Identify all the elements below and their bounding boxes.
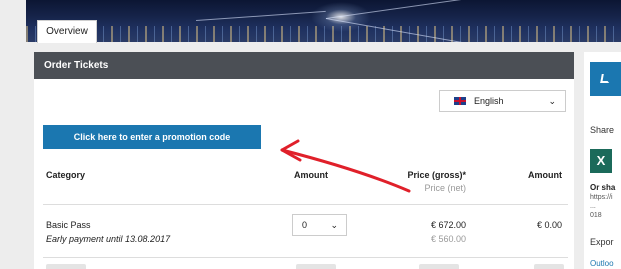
row-note: Early payment until 13.08.2017: [46, 234, 171, 244]
banner-light-flare: [311, 2, 371, 32]
chevron-down-icon: ⌄: [548, 96, 556, 106]
share-link-text[interactable]: https://i ... 018: [590, 193, 613, 220]
share-heading: Share: [590, 125, 615, 135]
row-price-net: € 560.00: [430, 234, 466, 244]
header-banner: [26, 0, 621, 42]
language-select[interactable]: English ⌄: [439, 90, 566, 112]
language-value: English: [474, 96, 504, 106]
page: Overview Order Tickets English ⌄ Click h…: [0, 0, 621, 269]
partial-row-placeholder: [419, 264, 459, 269]
cart-button[interactable]: [590, 62, 621, 96]
promotion-code-button[interactable]: Click here to enter a promotion code: [43, 125, 261, 149]
partial-row-placeholder: [534, 264, 564, 269]
column-header-price-gross: Price (gross)*: [407, 170, 466, 180]
table-divider: [43, 204, 568, 205]
cart-icon: [600, 74, 611, 83]
chevron-down-icon: ⌄: [330, 220, 338, 230]
column-header-total: Amount: [528, 170, 562, 180]
column-header-amount: Amount: [294, 170, 328, 180]
quantity-value: 0: [302, 220, 308, 230]
row-total: € 0.00: [536, 220, 562, 230]
export-heading: Expor: [590, 237, 614, 247]
order-tickets-panel: Order Tickets English ⌄ Click here to en…: [34, 52, 574, 269]
table-divider: [43, 257, 568, 258]
column-header-category: Category: [46, 170, 86, 180]
uk-flag-icon: [454, 97, 466, 105]
panel-title: Order Tickets: [34, 52, 574, 79]
tab-overview[interactable]: Overview: [37, 20, 97, 43]
outlook-export-link[interactable]: Outloo: [590, 259, 614, 268]
quantity-select[interactable]: 0 ⌄: [292, 214, 347, 236]
right-sidebar: Share X Or sha https://i ... 018 Expor O…: [584, 52, 621, 269]
partial-row-placeholder: [46, 264, 86, 269]
partial-row-placeholder: [296, 264, 336, 269]
row-price-gross: € 672.00: [430, 220, 466, 230]
row-category: Basic Pass: [46, 220, 91, 230]
or-share-label: Or sha: [590, 183, 616, 192]
xing-share-icon[interactable]: X: [590, 149, 612, 173]
column-header-price-net: Price (net): [424, 183, 466, 193]
